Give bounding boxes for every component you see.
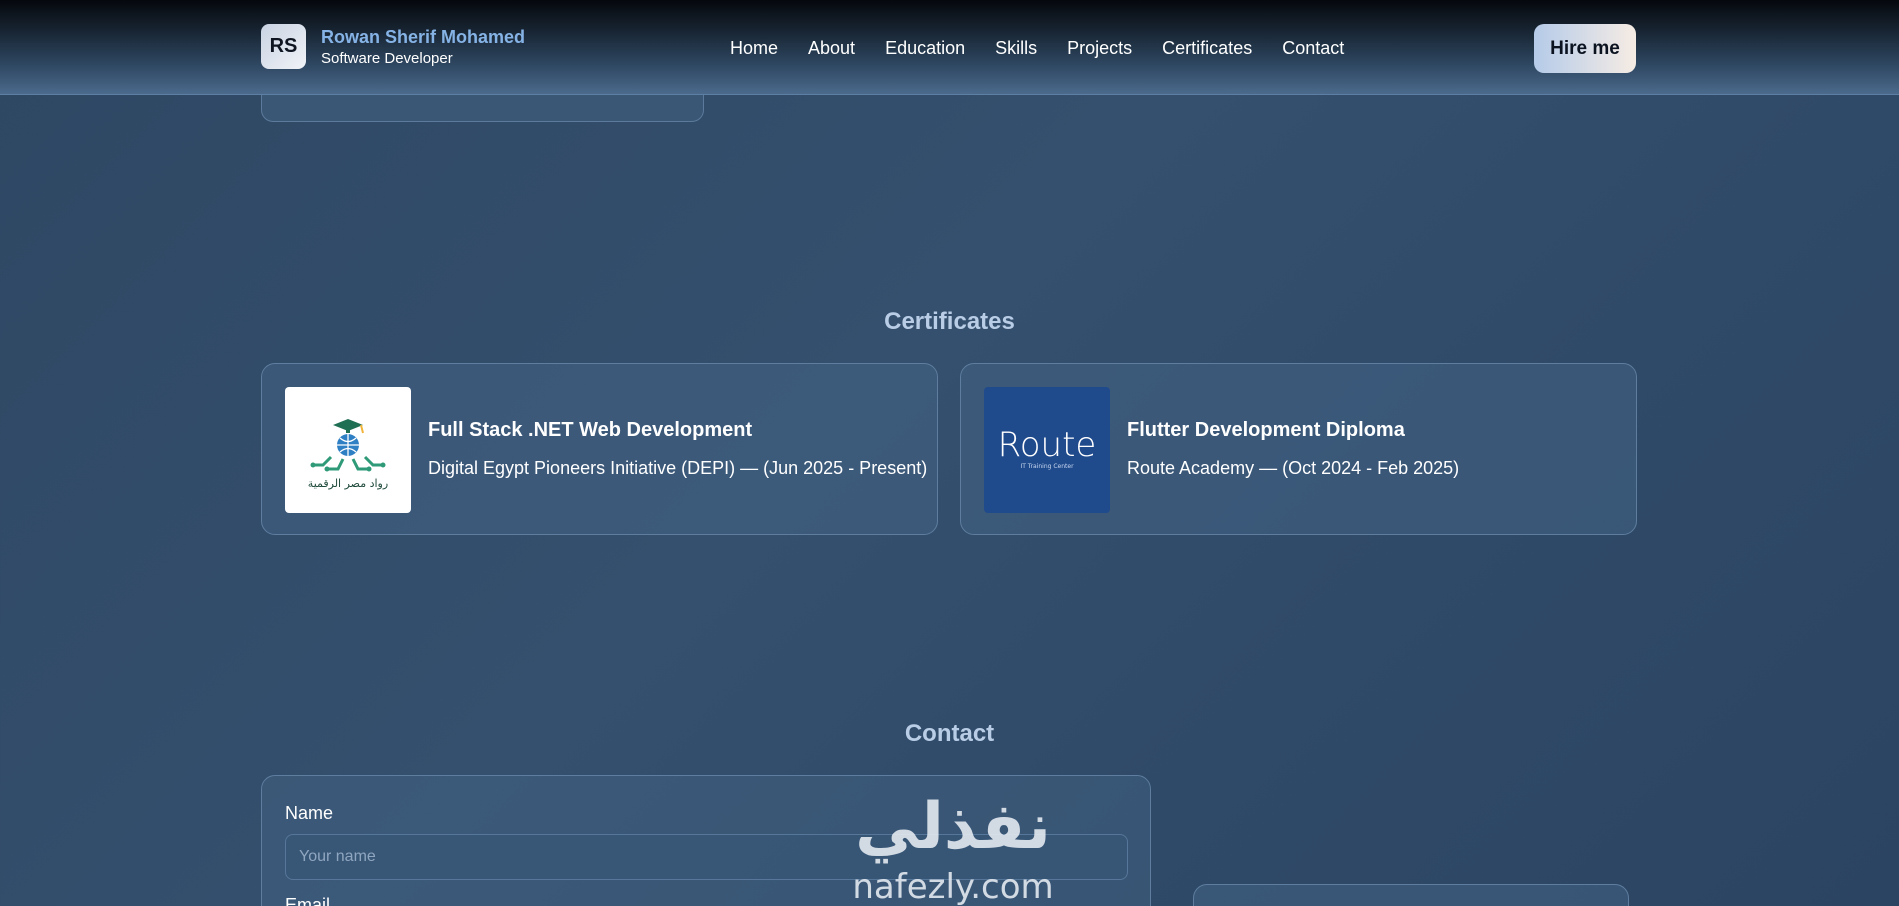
name-label: Name	[285, 803, 334, 823]
certificate-title: Full Stack .NET Web Development	[428, 419, 753, 441]
brand[interactable]: RS Rowan Sherif Mohamed Software Develop…	[261, 24, 525, 69]
route-logo-tagline: IT Training Center	[1020, 463, 1074, 470]
site-header: RS Rowan Sherif Mohamed Software Develop…	[0, 0, 1899, 95]
nav-projects[interactable]: Projects	[1067, 38, 1132, 59]
certificate-title: Flutter Development Diploma	[1127, 419, 1405, 441]
nav-about[interactable]: About	[808, 38, 855, 59]
certificates-title: Certificates	[884, 308, 1015, 335]
nav-contact[interactable]: Contact	[1282, 38, 1344, 59]
watermark-latin: nafezly.com	[852, 867, 1053, 906]
watermark-arabic: نفذلي	[855, 790, 1051, 864]
route-logo-text: Route	[998, 425, 1097, 465]
main-nav: Home About Education Skills Projects Cer…	[730, 38, 1374, 59]
graduation-globe-icon	[310, 419, 386, 472]
hire-me-button[interactable]: Hire me	[1534, 24, 1636, 73]
certificate-card-depi: رواد مصر الرقمية Full Stack .NET Web Dev…	[261, 363, 938, 535]
route-logo: Route IT Training Center	[984, 387, 1110, 513]
nafezly-watermark: نفذلي nafezly.com	[852, 790, 1053, 906]
nav-skills[interactable]: Skills	[995, 38, 1037, 59]
contact-title: Contact	[904, 720, 995, 747]
nav-education[interactable]: Education	[885, 38, 965, 59]
nav-certificates[interactable]: Certificates	[1162, 38, 1252, 59]
depi-logo: رواد مصر الرقمية	[285, 387, 411, 513]
nav-home[interactable]: Home	[730, 38, 778, 59]
brand-name: Rowan Sherif Mohamed	[321, 26, 526, 47]
brand-text: Rowan Sherif Mohamed Software Developer	[321, 25, 525, 69]
certificate-card-route: Route IT Training Center Flutter Develop…	[960, 363, 1637, 535]
brand-role: Software Developer	[321, 49, 453, 67]
depi-logo-text: رواد مصر الرقمية	[308, 477, 388, 490]
avatar: RS	[261, 24, 306, 69]
email-label: Email	[285, 895, 331, 906]
certificate-subtitle: Digital Egypt Pioneers Initiative (DEPI)…	[428, 458, 928, 478]
contact-info-card	[1193, 884, 1629, 906]
certificate-subtitle: Route Academy — (Oct 2024 - Feb 2025)	[1127, 458, 1460, 478]
